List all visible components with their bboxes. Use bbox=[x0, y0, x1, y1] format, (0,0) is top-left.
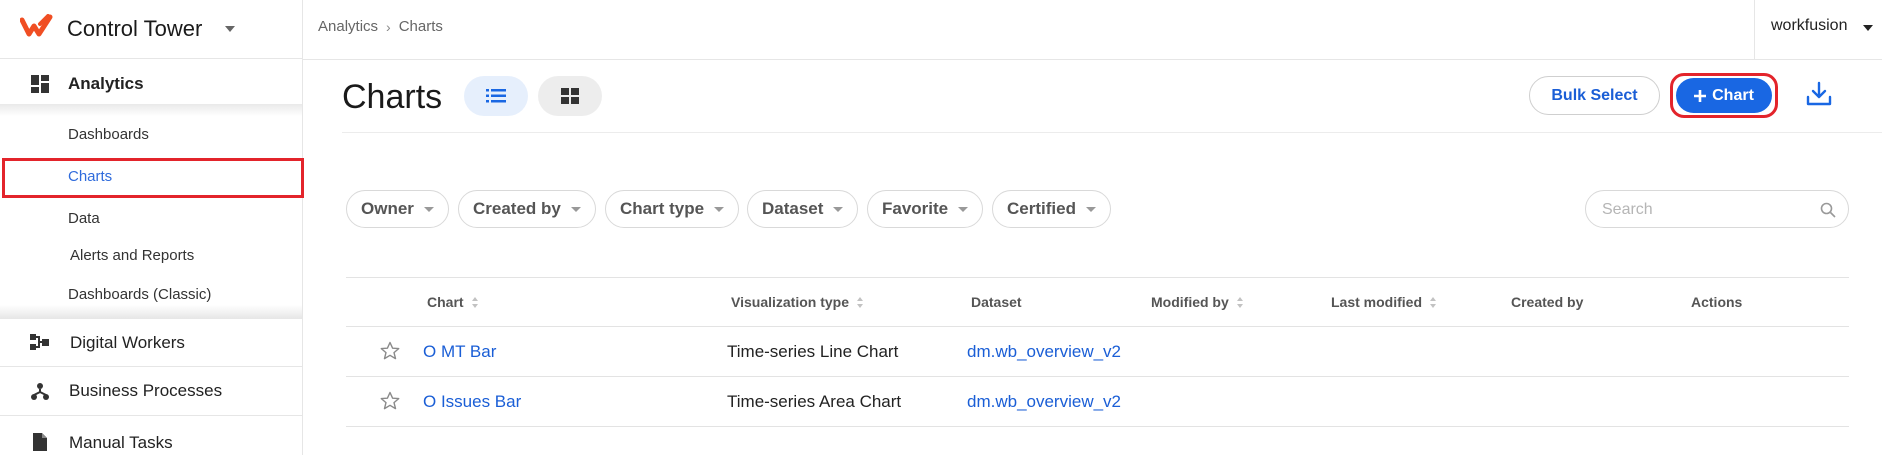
chevron-down-icon bbox=[570, 206, 581, 212]
sidebar-item-dashboards-classic[interactable]: Dashboards (Classic) bbox=[68, 286, 211, 303]
brand-header[interactable]: Control Tower bbox=[0, 0, 302, 59]
submenu-shadow bbox=[0, 305, 302, 319]
submenu-shadow bbox=[0, 104, 302, 116]
chevron-down-icon bbox=[1863, 25, 1873, 31]
column-header-visualization-type[interactable]: Visualization type bbox=[731, 294, 864, 310]
sidebar-section-label: Analytics bbox=[68, 74, 144, 93]
star-icon[interactable] bbox=[380, 341, 400, 361]
card-view-button[interactable] bbox=[538, 76, 602, 116]
filter-label: Certified bbox=[1007, 199, 1076, 218]
sort-icon bbox=[1236, 296, 1244, 308]
add-chart-button[interactable]: Chart bbox=[1676, 78, 1772, 113]
column-header-chart[interactable]: Chart bbox=[427, 294, 479, 310]
sort-icon bbox=[471, 296, 479, 308]
chevron-down-icon[interactable] bbox=[225, 26, 235, 32]
breadcrumb-analytics[interactable]: Analytics bbox=[318, 18, 378, 35]
column-header-created-by: Created by bbox=[1511, 294, 1584, 310]
add-chart-label: Chart bbox=[1712, 86, 1754, 104]
chevron-down-icon bbox=[714, 206, 725, 212]
search-icon[interactable] bbox=[1820, 202, 1836, 218]
filter-favorite[interactable]: Favorite bbox=[867, 190, 984, 228]
sidebar-item-dashboards[interactable]: Dashboards bbox=[68, 126, 149, 143]
active-item-highlight bbox=[2, 158, 304, 198]
workers-icon bbox=[30, 333, 50, 353]
chevron-right-icon: › bbox=[386, 18, 391, 35]
search-box bbox=[1585, 190, 1849, 228]
column-header-dataset: Dataset bbox=[971, 294, 1022, 310]
filter-created-by[interactable]: Created by bbox=[458, 190, 596, 228]
sidebar-section-business-processes[interactable]: Business Processes bbox=[0, 367, 302, 415]
brand-title: Control Tower bbox=[67, 16, 203, 41]
download-icon[interactable] bbox=[1806, 81, 1832, 107]
table-row: O Issues Bar Time-series Area Chart dm.w… bbox=[346, 377, 1849, 427]
visualization-type: Time-series Area Chart bbox=[727, 392, 902, 411]
breadcrumb: Analytics › Charts bbox=[318, 18, 443, 35]
star-icon[interactable] bbox=[380, 391, 400, 411]
chevron-down-icon bbox=[1085, 206, 1096, 212]
filter-dataset[interactable]: Dataset bbox=[747, 190, 859, 228]
sidebar-item-data[interactable]: Data bbox=[68, 210, 100, 227]
sidebar-section-digital-workers[interactable]: Digital Workers bbox=[0, 320, 302, 366]
filter-owner[interactable]: Owner bbox=[346, 190, 449, 228]
filter-label: Dataset bbox=[762, 199, 824, 218]
search-input[interactable] bbox=[1602, 199, 1802, 221]
page-title: Charts bbox=[342, 78, 443, 116]
chevron-down-icon bbox=[958, 206, 969, 212]
sidebar: Control Tower Analytics Dashboards Chart… bbox=[0, 0, 304, 455]
dashboard-icon bbox=[30, 74, 50, 94]
filter-label: Owner bbox=[361, 199, 414, 218]
sidebar-item-charts[interactable]: Charts bbox=[68, 168, 112, 185]
column-header-actions: Actions bbox=[1691, 294, 1743, 310]
sidebar-section-manual-tasks[interactable]: Manual Tasks bbox=[0, 416, 302, 455]
sidebar-section-label: Business Processes bbox=[69, 381, 223, 400]
filter-chart-type[interactable]: Chart type bbox=[605, 190, 740, 228]
column-header-modified-by[interactable]: Modified by bbox=[1151, 294, 1244, 310]
process-icon bbox=[30, 381, 50, 401]
table-row: O MT Bar Time-series Line Chart dm.wb_ov… bbox=[346, 327, 1849, 377]
top-bar: Analytics › Charts workfusion bbox=[303, 0, 1882, 60]
document-icon bbox=[30, 432, 50, 452]
filter-label: Favorite bbox=[882, 199, 949, 218]
chevron-down-icon bbox=[833, 206, 844, 212]
dataset-link[interactable]: dm.wb_overview_v2 bbox=[967, 392, 1121, 412]
filter-label: Chart type bbox=[620, 199, 705, 218]
divider bbox=[342, 132, 1882, 133]
list-view-button[interactable] bbox=[464, 76, 528, 116]
dataset-link[interactable]: dm.wb_overview_v2 bbox=[967, 342, 1121, 362]
chart-name-link[interactable]: O MT Bar bbox=[423, 342, 496, 362]
filter-label: Created by bbox=[473, 199, 561, 218]
sidebar-item-alerts-reports[interactable]: Alerts and Reports bbox=[70, 247, 194, 264]
list-icon bbox=[486, 89, 506, 103]
chart-name-link[interactable]: O Issues Bar bbox=[423, 392, 521, 412]
user-name: workfusion bbox=[1771, 17, 1848, 34]
sidebar-section-label: Manual Tasks bbox=[69, 433, 173, 452]
breadcrumb-charts: Charts bbox=[398, 18, 443, 35]
sidebar-section-analytics[interactable]: Analytics bbox=[0, 60, 302, 106]
visualization-type: Time-series Line Chart bbox=[727, 342, 899, 361]
plus-icon bbox=[1694, 89, 1707, 102]
column-header-last-modified[interactable]: Last modified bbox=[1331, 294, 1437, 310]
filter-certified[interactable]: Certified bbox=[992, 190, 1111, 228]
add-chart-highlight: Chart bbox=[1670, 73, 1778, 118]
sort-icon bbox=[1430, 296, 1437, 308]
sort-icon bbox=[857, 296, 864, 308]
sidebar-section-label: Digital Workers bbox=[70, 333, 185, 352]
table-header: Chart Visualization type Dataset Modifie… bbox=[346, 277, 1849, 327]
grid-icon bbox=[561, 88, 579, 104]
user-menu[interactable]: workfusion bbox=[1754, 0, 1882, 59]
chevron-down-icon bbox=[423, 206, 434, 212]
bulk-select-button[interactable]: Bulk Select bbox=[1529, 76, 1660, 115]
workfusion-logo-icon bbox=[20, 14, 53, 37]
